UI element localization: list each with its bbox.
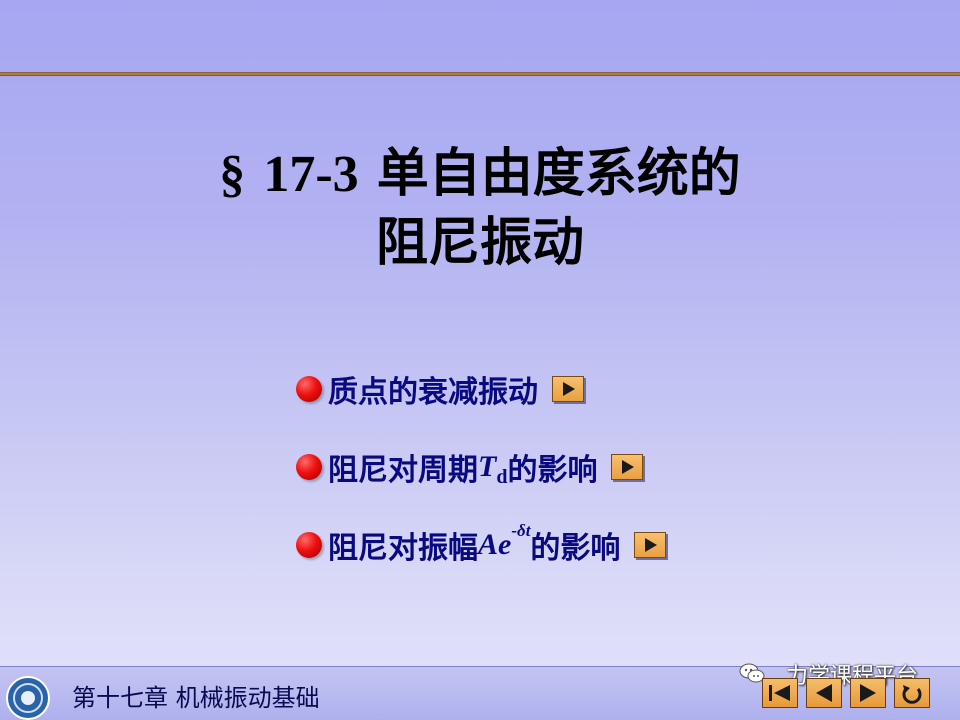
menu-item-decay-vibration[interactable]: 质点的衰减振动: [296, 366, 584, 412]
red-bullet-icon: [296, 532, 322, 558]
menu-item-period-effect[interactable]: 阻尼对周期 T d 的影响: [296, 444, 644, 490]
play-triangle-icon[interactable]: [611, 454, 644, 480]
next-slide-button[interactable]: [850, 678, 886, 708]
menu-item-label-suffix: 的影响: [530, 531, 621, 566]
return-icon: [902, 685, 922, 704]
first-slide-button[interactable]: [762, 678, 798, 708]
red-bullet-icon: [296, 454, 322, 480]
menu-item-label: 质点的衰减振动: [328, 375, 538, 410]
play-triangle-icon[interactable]: [634, 532, 667, 558]
section-number: 17-3: [263, 146, 359, 203]
next-slide-icon: [860, 684, 876, 702]
title-line-2: 阻尼振动: [375, 212, 584, 273]
play-triangle-icon[interactable]: [552, 376, 584, 402]
menu-item-label: 阻尼对振幅: [328, 531, 478, 566]
amplitude-symbol: Ae: [478, 528, 512, 561]
title-text-1: 单自由度系统的: [376, 143, 741, 204]
top-rule: [0, 72, 960, 76]
menu-item-amplitude-effect[interactable]: 阻尼对振幅 Ae -δt 的影响: [296, 521, 667, 568]
slide-title: § 17-3 单自由度系统的 阻尼振动: [0, 140, 960, 277]
menu-item-label-suffix: 的影响: [507, 453, 598, 488]
period-symbol: T: [478, 450, 497, 483]
return-button[interactable]: [894, 678, 930, 708]
slide: § 17-3 单自由度系统的 阻尼振动 质点的衰减振动 阻尼对周期 T d 的影…: [0, 0, 960, 720]
university-logo-icon: [6, 676, 50, 720]
chapter-label: 第十七章 机械振动基础: [72, 684, 320, 712]
period-subscript: d: [496, 465, 508, 488]
amplitude-exponent: -δt: [511, 521, 531, 540]
title-line-1: § 17-3 单自由度系统的: [0, 140, 960, 209]
first-slide-icon: [769, 685, 790, 701]
section-symbol: §: [219, 146, 246, 203]
previous-slide-icon: [816, 684, 832, 702]
red-bullet-icon: [296, 376, 322, 402]
menu-item-label: 阻尼对周期: [328, 453, 478, 488]
previous-slide-button[interactable]: [806, 678, 842, 708]
